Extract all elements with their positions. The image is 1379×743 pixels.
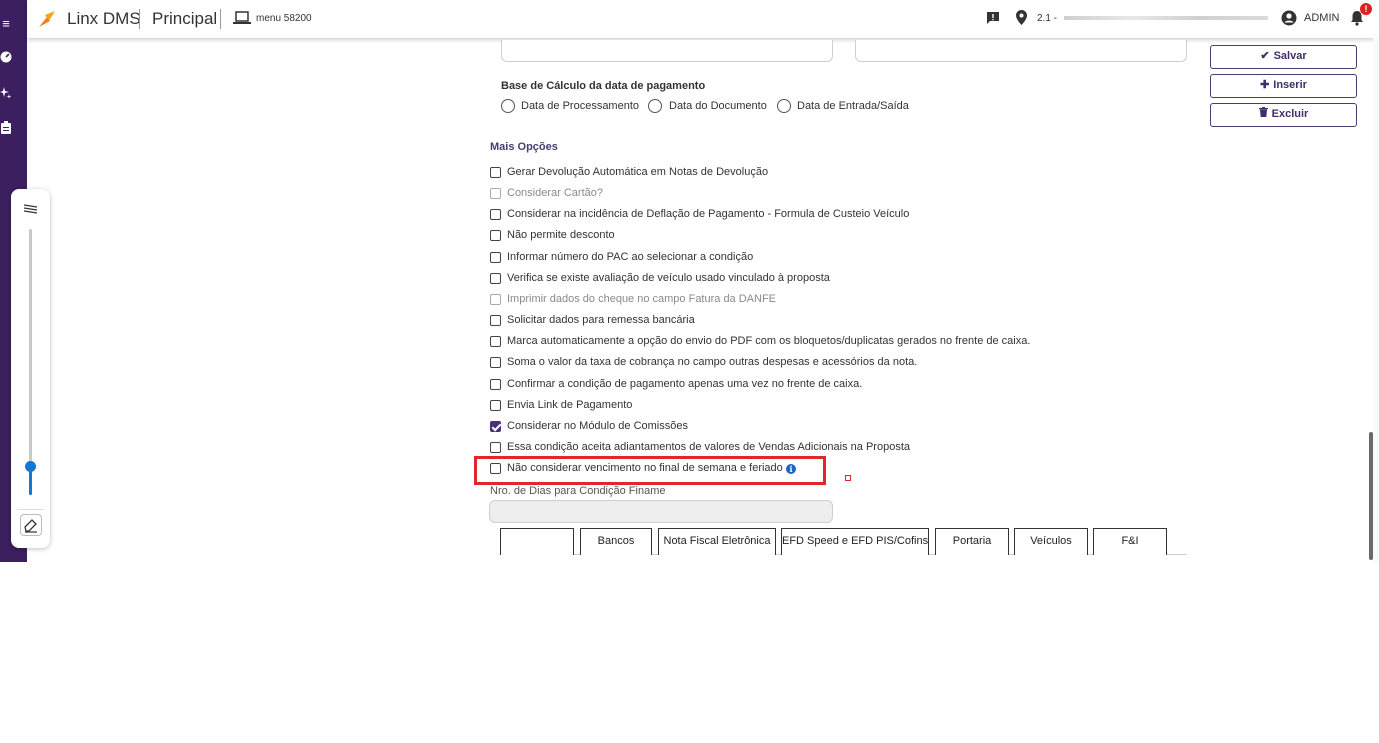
location-text[interactable]: 2.1 - [1037, 13, 1057, 24]
option-checkbox[interactable] [490, 378, 501, 390]
option-label: Imprimir dados do cheque no campo Fatura… [507, 292, 777, 305]
module-name: Principal [152, 9, 218, 28]
tab-vehicles[interactable]: Veículos [1014, 528, 1088, 555]
option-checkbox[interactable] [490, 230, 501, 242]
tab-fi[interactable]: F&I [1093, 528, 1167, 555]
radio-label: Data de Entrada/Saída [797, 100, 909, 112]
option-checkbox [490, 293, 501, 305]
layers-icon[interactable] [23, 203, 38, 215]
top-input-left[interactable] [501, 40, 833, 62]
vertical-scrollbar[interactable] [1369, 432, 1373, 560]
plus-icon: ✚ [1260, 79, 1270, 91]
hamburger-menu-icon[interactable]: ≡ [0, 16, 12, 32]
divider [139, 9, 140, 29]
divider [220, 9, 221, 29]
top-bar: Linx DMS Principal menu 58200 2.1 - ADMI… [27, 0, 1379, 38]
delete-button[interactable]: Excluir [1210, 103, 1357, 127]
option-label: Essa condição aceita adiantamentos de va… [507, 440, 910, 453]
check-icon: ✔ [1260, 50, 1270, 62]
tab-gatehouse[interactable]: Portaria [935, 528, 1009, 555]
laptop-icon [233, 11, 251, 24]
option-label: Envia Link de Pagamento [507, 398, 633, 411]
top-input-right[interactable] [855, 40, 1187, 62]
marker [845, 475, 851, 481]
option-label: Solicitar dados para remessa bancária [507, 314, 695, 327]
finame-days-input[interactable] [489, 500, 833, 523]
zoom-slider-thumb[interactable] [25, 461, 36, 472]
option-label: Informar número do PAC ao selecionar a c… [507, 250, 754, 263]
option-checkbox[interactable] [490, 315, 501, 327]
radio-entry-exit-date[interactable] [777, 99, 791, 113]
option-label: Marca automaticamente a opção do envio d… [507, 335, 1031, 348]
feedback-chat-icon[interactable] [986, 11, 1000, 25]
user-name[interactable]: ADMIN [1304, 12, 1339, 24]
notification-badge: ! [1360, 3, 1372, 15]
tab-bar: Bancos Nota Fiscal Eletrônica EFD Speed … [500, 528, 1187, 555]
option-checkbox[interactable] [490, 399, 501, 411]
option-checkbox[interactable] [490, 336, 501, 348]
option-checkbox[interactable] [490, 209, 501, 221]
tab-general[interactable] [500, 528, 574, 555]
option-checkbox [490, 188, 501, 200]
dashboard-gauge-icon[interactable] [0, 51, 12, 67]
delete-label: Excluir [1271, 108, 1309, 120]
option-checkbox[interactable] [490, 272, 501, 284]
location-redacted [1064, 16, 1268, 20]
save-button[interactable]: ✔ Salvar [1210, 45, 1357, 69]
option-label: Verifica se existe avaliação de veículo … [507, 271, 830, 284]
clipboard-icon[interactable] [0, 121, 12, 137]
save-label: Salvar [1273, 50, 1307, 62]
radio-processing-date[interactable] [501, 99, 515, 113]
radio-label: Data do Documento [669, 100, 767, 112]
option-checkbox[interactable] [490, 420, 501, 432]
option-label: Considerar Cartão? [507, 187, 603, 200]
tab-nfe[interactable]: Nota Fiscal Eletrônica [658, 528, 776, 555]
option-label: Soma o valor da taxa de cobrança no camp… [507, 356, 918, 369]
finame-days-label: Nro. de Dias para Condição Finame [490, 485, 666, 497]
trash-icon [1258, 104, 1268, 125]
sparkle-icon[interactable] [0, 86, 12, 102]
location-pin-icon[interactable] [1016, 10, 1027, 25]
brand-name: Linx DMS [67, 9, 141, 28]
radio-document-date[interactable] [648, 99, 662, 113]
option-label: Considerar no Módulo de Comissões [507, 419, 688, 432]
option-checkbox[interactable] [490, 357, 501, 369]
payment-base-label: Base de Cálculo da data de pagamento [501, 80, 706, 92]
eraser-icon [24, 519, 37, 533]
divider [17, 509, 44, 510]
tab-banks[interactable]: Bancos [580, 528, 652, 555]
menu-code: menu 58200 [256, 13, 312, 24]
insert-button[interactable]: ✚ Inserir [1210, 74, 1357, 98]
insert-label: Inserir [1273, 79, 1307, 91]
option-label: Confirmar a condição de pagamento apenas… [507, 377, 863, 390]
zoom-slider-panel [11, 189, 50, 548]
option-label: Não permite desconto [507, 229, 615, 242]
option-checkbox[interactable] [490, 441, 501, 453]
highlight-box [474, 456, 826, 485]
option-label: Considerar na incidência de Deflação de … [507, 208, 910, 221]
radio-label: Data de Processamento [521, 100, 640, 112]
page-edge [1373, 38, 1379, 562]
option-checkbox[interactable] [490, 251, 501, 263]
eraser-button[interactable] [20, 514, 42, 536]
option-checkbox[interactable] [490, 167, 501, 178]
option-label: Gerar Devolução Automática em Notas de D… [507, 166, 769, 178]
user-avatar-icon[interactable] [1281, 10, 1297, 26]
zoom-slider-track[interactable] [29, 229, 32, 495]
more-options-title: Mais Opções [490, 141, 558, 153]
linx-logo-icon [39, 11, 55, 27]
tab-efd[interactable]: EFD Speed e EFD PIS/Cofins [781, 528, 929, 555]
